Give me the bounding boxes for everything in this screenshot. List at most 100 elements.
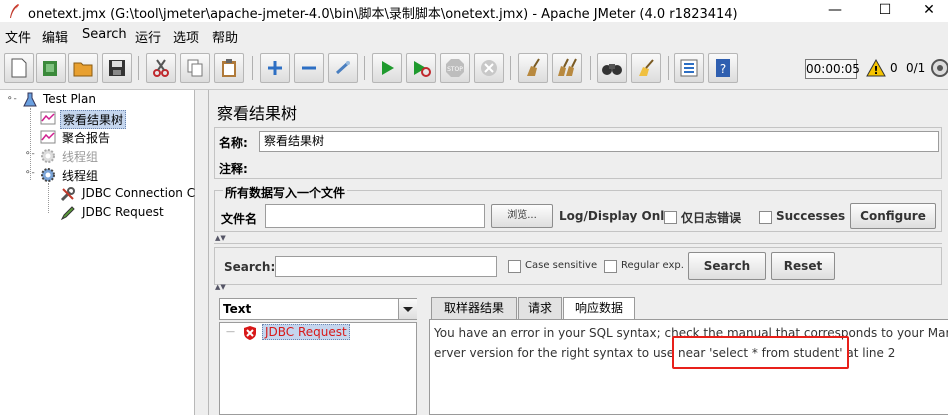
toolbar-separator	[668, 56, 669, 80]
toolbar-separator	[138, 56, 139, 80]
toolbar-separator	[510, 56, 511, 80]
splitter-divider[interactable]	[214, 243, 942, 244]
copy-button[interactable]	[180, 53, 210, 83]
search-input[interactable]	[275, 256, 497, 277]
play-no-timers-icon	[414, 61, 431, 77]
paste-clipboard-icon	[222, 59, 236, 77]
help-button[interactable]: ?	[708, 53, 738, 83]
errors-only-checkbox[interactable]	[664, 211, 677, 224]
warning-count: 0	[890, 61, 898, 75]
splitter-arrows-icon[interactable]: ▲▼	[215, 234, 226, 242]
tree-collapse-handle[interactable]: ⚬-	[24, 168, 35, 178]
highlight-annotation-box	[672, 336, 849, 369]
reset-search-button[interactable]	[631, 53, 661, 83]
wrench-icon	[60, 187, 75, 202]
configure-button[interactable]: Configure	[850, 203, 936, 229]
menu-help[interactable]: 帮助	[212, 27, 238, 46]
menu-file[interactable]: 文件	[5, 27, 31, 46]
shutdown-button[interactable]	[474, 53, 504, 83]
flask-icon	[23, 92, 37, 107]
menu-search[interactable]: Search	[82, 27, 127, 42]
dropdown-button[interactable]	[398, 299, 417, 319]
sample-list[interactable]: — JDBC Request	[219, 322, 417, 415]
svg-text:?: ?	[720, 62, 726, 76]
sample-jdbc-request[interactable]: JDBC Request	[262, 324, 350, 340]
tree-expand-handle[interactable]: ⚬-	[24, 149, 35, 159]
renderer-selected: Text	[223, 302, 252, 316]
case-sensitive-checkbox[interactable]	[508, 260, 521, 273]
tree-node-view-results-tree[interactable]: 察看结果树	[60, 110, 127, 129]
svg-text:STOP: STOP	[447, 66, 463, 73]
start-button[interactable]	[372, 53, 402, 83]
renderer-select[interactable]: Text	[219, 298, 417, 320]
regex-checkbox[interactable]	[604, 260, 617, 273]
name-field[interactable]: 察看结果树	[259, 131, 939, 152]
tab-response-data[interactable]: 响应数据	[563, 297, 635, 319]
search-submit-button[interactable]: Search	[688, 252, 766, 280]
toggle-button[interactable]	[328, 53, 358, 83]
tree-guide-line	[48, 183, 49, 213]
menu-options[interactable]: 选项	[173, 27, 199, 46]
open-button[interactable]	[68, 53, 98, 83]
copy-icon	[187, 59, 203, 77]
binoculars-icon	[602, 64, 622, 75]
scissors-icon	[153, 59, 169, 77]
tree-node-jdbc-request[interactable]: JDBC Request	[82, 205, 164, 219]
test-plan-tree[interactable]: ⚬- Test Plan 察看结果树 聚合报告 ⚬- 线程组 ⚬- 线程组 JD…	[0, 90, 195, 415]
comment-field[interactable]	[257, 156, 939, 176]
close-button[interactable]: ✕	[906, 0, 948, 22]
stop-button[interactable]: STOP	[440, 53, 470, 83]
toggle-wand-icon	[335, 61, 350, 75]
reset-search-text-button[interactable]: Reset	[771, 252, 835, 280]
clear-button[interactable]	[518, 53, 548, 83]
function-helper-button[interactable]	[674, 53, 704, 83]
templates-button[interactable]	[36, 53, 66, 83]
successes-label: Successes	[776, 209, 846, 223]
remote-status-icon	[931, 59, 948, 77]
filename-input[interactable]	[265, 204, 485, 228]
elapsed-timer: 00:00:05	[805, 59, 860, 79]
splitter-arrows-icon[interactable]: ▲▼	[215, 283, 226, 291]
tree-node-thread-group-disabled[interactable]: 线程组	[62, 148, 98, 165]
menu-edit[interactable]: 编辑	[42, 27, 68, 46]
save-disk-icon	[109, 60, 125, 76]
new-button[interactable]	[4, 53, 34, 83]
maximize-button[interactable]: ☐	[862, 0, 908, 22]
menu-run[interactable]: 运行	[135, 27, 161, 46]
minimize-button[interactable]: —	[812, 0, 858, 22]
page-title: 察看结果树	[217, 104, 298, 123]
shutdown-icon	[481, 60, 497, 76]
save-button[interactable]	[102, 53, 132, 83]
window-title-bar: onetext.jmx (G:\tool\jmeter\apache-jmete…	[0, 0, 948, 22]
list-icon	[680, 59, 698, 77]
name-label: 名称:	[219, 136, 248, 150]
expand-all-button[interactable]	[260, 53, 290, 83]
reset-broom-icon	[639, 59, 654, 76]
tree-node-aggregate-report[interactable]: 聚合报告	[62, 129, 110, 146]
paste-button[interactable]	[214, 53, 244, 83]
tab-sampler-result[interactable]: 取样器结果	[431, 297, 517, 319]
tree-collapse-handle[interactable]: ⚬-	[6, 94, 17, 104]
tree-node-thread-group[interactable]: 线程组	[62, 167, 98, 184]
cut-button[interactable]	[146, 53, 176, 83]
plus-icon	[268, 61, 282, 75]
tree-node-jdbc-connection[interactable]: JDBC Connection C	[82, 186, 195, 200]
start-no-pauses-button[interactable]	[406, 53, 436, 83]
toolbar-separator	[590, 56, 591, 80]
jmeter-feather-icon	[10, 4, 19, 18]
clear-all-button[interactable]	[552, 53, 582, 83]
search-label: Search:	[224, 260, 276, 274]
menu-bar: 文件 编辑 Search 运行 选项 帮助	[0, 24, 948, 46]
successes-checkbox[interactable]	[759, 211, 772, 224]
svg-text:!: !	[873, 64, 878, 77]
tree-node-test-plan[interactable]: Test Plan	[43, 92, 96, 106]
graph-icon	[40, 111, 56, 125]
search-button[interactable]	[597, 53, 627, 83]
pen-icon	[60, 206, 75, 221]
collapse-all-button[interactable]	[294, 53, 324, 83]
play-icon	[382, 61, 394, 75]
browse-button[interactable]: 浏览...	[491, 204, 553, 228]
case-sensitive-label: Case sensitive	[525, 260, 598, 271]
warning-icon[interactable]: !	[866, 59, 886, 77]
tab-request[interactable]: 请求	[518, 297, 562, 319]
